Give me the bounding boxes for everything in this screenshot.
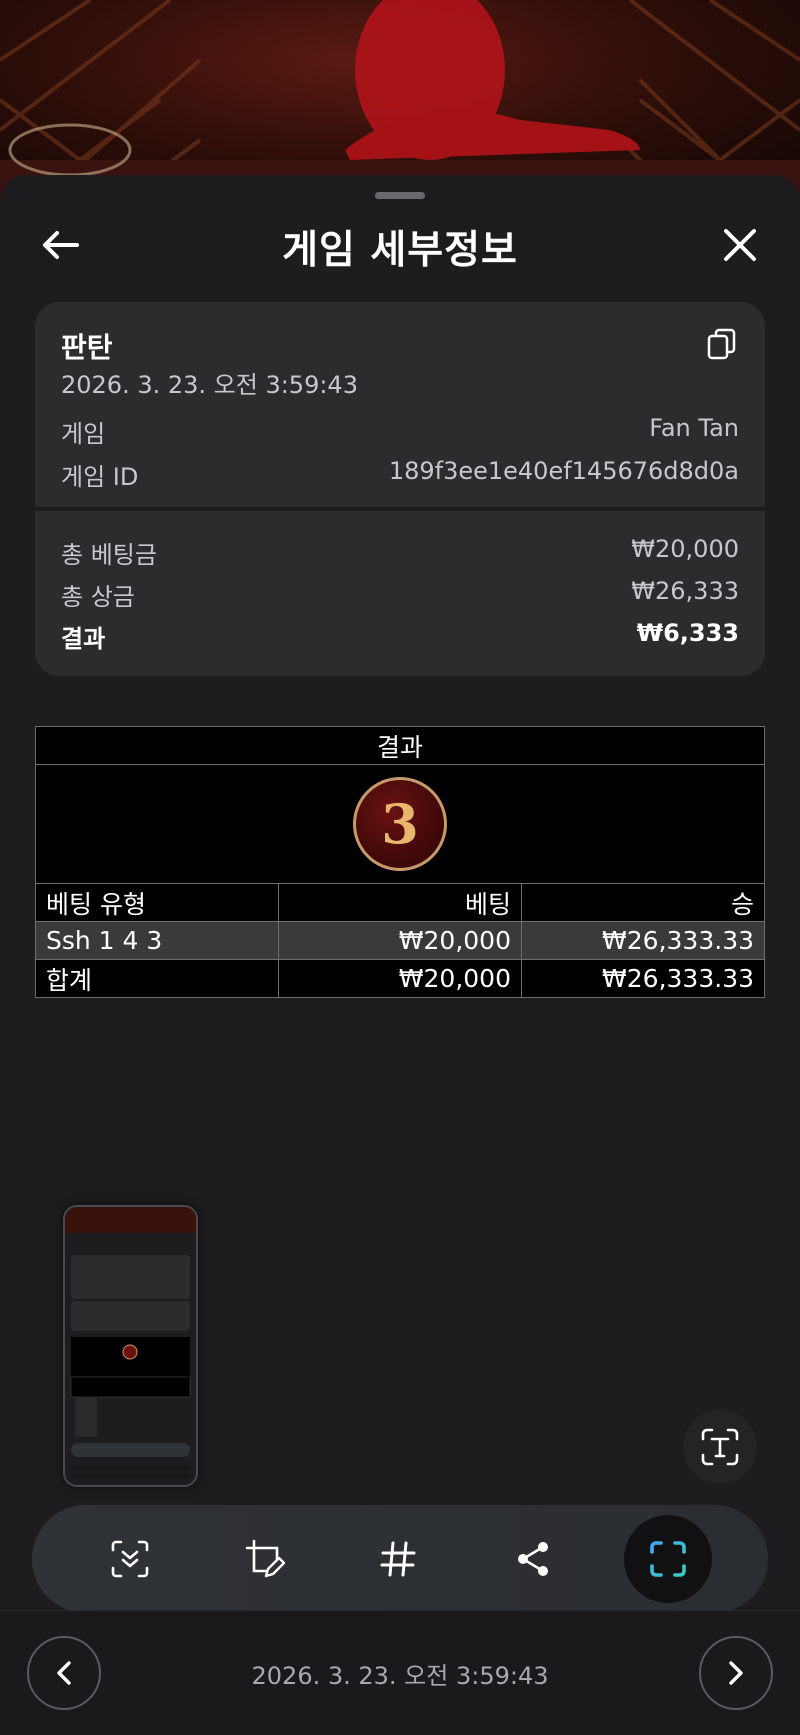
result-row: 결과 ₩6,333 [61, 619, 739, 654]
close-icon [724, 229, 756, 261]
win-amount-cell: ₩26,333.33 [521, 921, 765, 960]
chevron-right-icon [729, 1661, 743, 1685]
game-value: Fan Tan [649, 414, 739, 442]
total-bet-value: ₩20,000 [631, 535, 739, 563]
game-info-card: 판탄 2026. 3. 23. 오전 3:59:43 게임 Fan Tan 게임… [35, 302, 765, 507]
bottom-navigation-bar: 2026. 3. 23. 오전 3:59:43 [0, 1610, 800, 1735]
sheet-drag-handle[interactable] [375, 192, 425, 199]
screenshot-button[interactable] [624, 1515, 712, 1603]
page-title: 게임 세부정보 [282, 228, 518, 273]
scroll-capture-icon [111, 1540, 149, 1578]
result-label: 결과 [61, 625, 106, 653]
decorative-lattice [0, 0, 800, 200]
live-dealer-video-background [0, 0, 800, 200]
share-icon [518, 1542, 548, 1576]
close-button[interactable] [718, 223, 762, 267]
scroll-capture-button[interactable] [95, 1524, 165, 1594]
game-id-label: 게임 ID [61, 463, 139, 491]
total-bet-label: 총 베팅금 [61, 541, 157, 569]
copy-icon[interactable] [707, 328, 737, 360]
total-prize-row: 총 상금 ₩26,333 [61, 577, 739, 612]
footer-datetime: 2026. 3. 23. 오전 3:59:43 [251, 1662, 549, 1690]
game-id-row: 게임 ID 189f3ee1e40ef145676d8d0a [61, 457, 739, 492]
share-button[interactable] [498, 1524, 568, 1594]
game-label: 게임 [61, 420, 106, 448]
table-header-row: 베팅 유형 베팅 승 [35, 883, 765, 922]
hashtag-icon [380, 1541, 416, 1577]
next-button[interactable] [699, 1636, 773, 1710]
results-table: 결과 3 베팅 유형 베팅 승 Ssh 1 4 3 ₩20,000 ₩26,33… [35, 726, 765, 998]
payout-summary-card: 총 베팅금 ₩20,000 총 상금 ₩26,333 결과 ₩6,333 [35, 511, 765, 676]
result-value: ₩6,333 [636, 619, 739, 647]
total-label-cell: 합계 [35, 959, 279, 998]
result-coin-row: 3 [35, 764, 765, 884]
column-header-bet-type: 베팅 유형 [35, 883, 279, 922]
preview-image [65, 1207, 196, 1485]
total-win-cell: ₩26,333.33 [521, 959, 765, 998]
game-datetime: 2026. 3. 23. 오전 3:59:43 [61, 371, 358, 399]
screenshot-icon [650, 1541, 686, 1577]
table-total-row: 합계 ₩20,000 ₩26,333.33 [35, 959, 765, 998]
game-row: 게임 Fan Tan [61, 414, 739, 449]
edit-icon [245, 1539, 286, 1578]
results-caption: 결과 [35, 726, 765, 765]
game-details-sheet: 게임 세부정보 판탄 2026. 3. 23. 오전 3:59:43 게임 Fa… [0, 175, 800, 1734]
text-recognition-icon [701, 1428, 739, 1466]
column-header-bet: 베팅 [278, 883, 522, 922]
column-header-win: 승 [521, 883, 765, 922]
screenshot-preview-thumbnail[interactable] [63, 1205, 198, 1487]
edit-button[interactable] [230, 1524, 300, 1594]
bet-type-cell: Ssh 1 4 3 [35, 921, 279, 960]
table-row: Ssh 1 4 3 ₩20,000 ₩26,333.33 [35, 921, 765, 960]
total-bet-cell: ₩20,000 [278, 959, 522, 998]
game-id-value: 189f3ee1e40ef145676d8d0a [388, 457, 739, 485]
results-caption-row: 결과 [35, 726, 765, 765]
extract-text-button[interactable] [683, 1410, 757, 1484]
result-number-coin: 3 [353, 777, 447, 871]
total-prize-value: ₩26,333 [631, 577, 739, 605]
hashtag-button[interactable] [363, 1524, 433, 1594]
game-name: 판탄 [61, 331, 113, 364]
total-prize-label: 총 상금 [61, 583, 135, 611]
screenshot-toolbar [32, 1505, 768, 1613]
total-bet-row: 총 베팅금 ₩20,000 [61, 535, 739, 570]
bet-amount-cell: ₩20,000 [278, 921, 522, 960]
